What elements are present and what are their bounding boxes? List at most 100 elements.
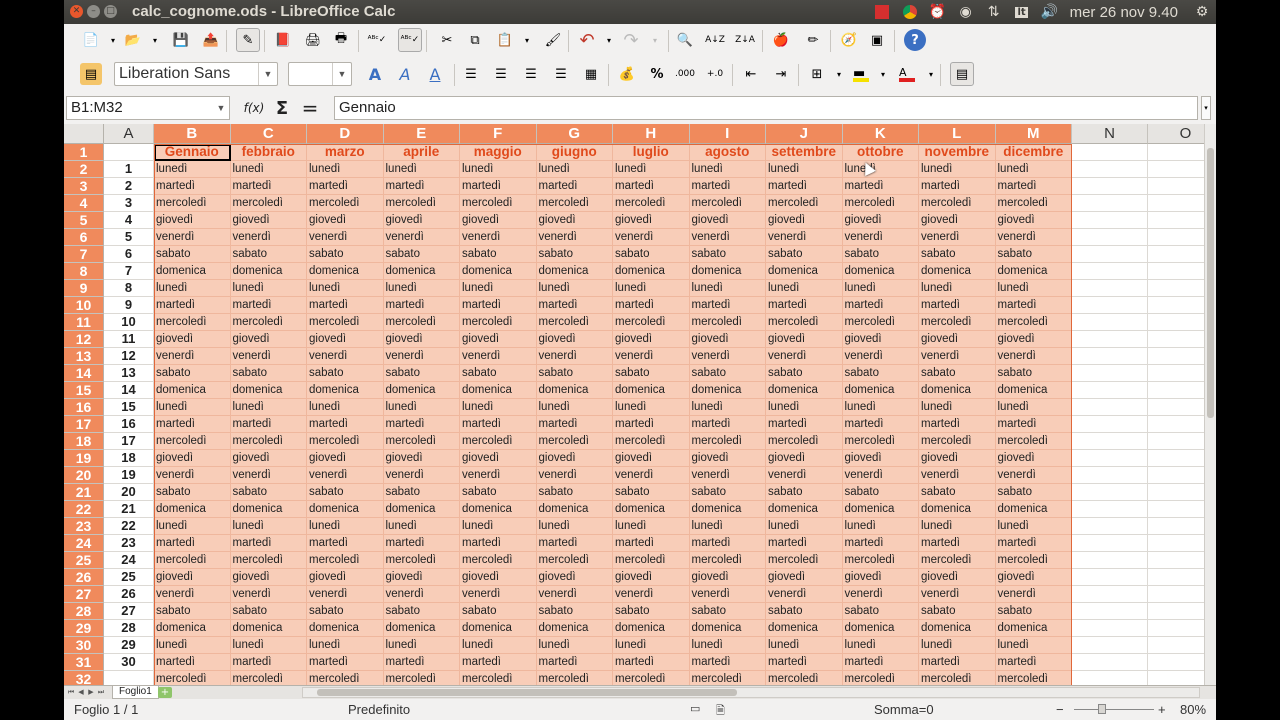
cell-n6[interactable] [1072, 229, 1148, 246]
cell-e31[interactable]: martedì [383, 654, 460, 671]
cell-k6[interactable]: venerdì [842, 229, 919, 246]
cell-b3[interactable]: martedì [154, 178, 231, 195]
cell-g16[interactable]: lunedì [536, 399, 613, 416]
chrome-icon[interactable] [902, 4, 918, 20]
first-sheet-icon[interactable]: ⏮ [66, 686, 76, 699]
cell-j5[interactable]: giovedì [766, 212, 843, 229]
cell-k14[interactable]: sabato [842, 365, 919, 382]
cell-k7[interactable]: sabato [842, 246, 919, 263]
cell-l9[interactable]: lunedì [919, 280, 996, 297]
cell-d28[interactable]: sabato [307, 603, 384, 620]
cell-g6[interactable]: venerdì [536, 229, 613, 246]
cell-g19[interactable]: giovedì [536, 450, 613, 467]
cell-n13[interactable] [1072, 348, 1148, 365]
cell-d16[interactable]: lunedì [307, 399, 384, 416]
row-header-16[interactable]: 16 [64, 399, 104, 416]
cell-n26[interactable] [1072, 569, 1148, 586]
row-header-30[interactable]: 30 [64, 637, 104, 654]
font-name-combo[interactable]: Liberation Sans ▼ [114, 62, 278, 86]
cell-h9[interactable]: lunedì [613, 280, 690, 297]
save-icon[interactable]: 💾 [170, 29, 192, 51]
cell-f27[interactable]: venerdì [460, 586, 537, 603]
column-header-k[interactable]: K [842, 124, 919, 144]
cell-h20[interactable]: venerdì [613, 467, 690, 484]
sum-button[interactable]: Σ [272, 97, 292, 119]
column-header-g[interactable]: G [536, 124, 613, 144]
cell-c24[interactable]: martedì [230, 535, 307, 552]
cell-c26[interactable]: giovedì [230, 569, 307, 586]
cell-f5[interactable]: giovedì [460, 212, 537, 229]
cell-m23[interactable]: lunedì [995, 518, 1072, 535]
cell-f31[interactable]: martedì [460, 654, 537, 671]
cell-a5[interactable]: 4 [104, 212, 154, 229]
network-arrows-icon[interactable]: ⇅ [986, 4, 1002, 20]
cell-k31[interactable]: martedì [842, 654, 919, 671]
row-header-13[interactable]: 13 [64, 348, 104, 365]
cell-g5[interactable]: giovedì [536, 212, 613, 229]
cell-e17[interactable]: martedì [383, 416, 460, 433]
cell-m22[interactable]: domenica [995, 501, 1072, 518]
cell-j9[interactable]: lunedì [766, 280, 843, 297]
cell-f24[interactable]: martedì [460, 535, 537, 552]
cell-m7[interactable]: sabato [995, 246, 1072, 263]
cell-d1[interactable]: marzo [307, 144, 384, 161]
cell-h23[interactable]: lunedì [613, 518, 690, 535]
close-window-button[interactable]: ✕ [70, 5, 83, 18]
cell-g3[interactable]: martedì [536, 178, 613, 195]
cell-b20[interactable]: venerdì [154, 467, 231, 484]
column-header-e[interactable]: E [383, 124, 460, 144]
next-sheet-icon[interactable]: ▶ [86, 686, 96, 699]
cell-m15[interactable]: domenica [995, 382, 1072, 399]
cell-i22[interactable]: domenica [689, 501, 766, 518]
cell-j8[interactable]: domenica [766, 263, 843, 280]
cell-g23[interactable]: lunedì [536, 518, 613, 535]
cut-icon[interactable]: ✂ [436, 29, 458, 51]
cell-f13[interactable]: venerdì [460, 348, 537, 365]
column-header-o[interactable]: O [1148, 124, 1204, 144]
cell-j16[interactable]: lunedì [766, 399, 843, 416]
cell-e16[interactable]: lunedì [383, 399, 460, 416]
cell-k19[interactable]: giovedì [842, 450, 919, 467]
cell-n17[interactable] [1072, 416, 1148, 433]
font-size-combo[interactable]: ▼ [288, 62, 352, 86]
cell-l30[interactable]: lunedì [919, 637, 996, 654]
power-gear-icon[interactable]: ⚙ [1194, 4, 1210, 20]
cell-n9[interactable] [1072, 280, 1148, 297]
cell-f15[interactable]: domenica [460, 382, 537, 399]
cell-g18[interactable]: mercoledì [536, 433, 613, 450]
cell-d8[interactable]: domenica [307, 263, 384, 280]
row-header-1[interactable]: 1 [64, 144, 104, 161]
cell-j30[interactable]: lunedì [766, 637, 843, 654]
document-modified-icon[interactable]: 🗎 [716, 702, 725, 720]
cell-i6[interactable]: venerdì [689, 229, 766, 246]
cell-h4[interactable]: mercoledì [613, 195, 690, 212]
cell-n19[interactable] [1072, 450, 1148, 467]
currency-format-icon[interactable]: 💰 [616, 63, 638, 85]
cell-h13[interactable]: venerdì [613, 348, 690, 365]
status-sum[interactable]: Somma=0 [874, 702, 934, 717]
cell-g1[interactable]: giugno [536, 144, 613, 161]
cell-i14[interactable]: sabato [689, 365, 766, 382]
cell-b8[interactable]: domenica [154, 263, 231, 280]
cell-j10[interactable]: martedì [766, 297, 843, 314]
cell-f3[interactable]: martedì [460, 178, 537, 195]
cell-l18[interactable]: mercoledì [919, 433, 996, 450]
cell-f14[interactable]: sabato [460, 365, 537, 382]
cell-j6[interactable]: venerdì [766, 229, 843, 246]
column-header-b[interactable]: B [154, 124, 231, 144]
cell-e32[interactable]: mercoledì [383, 671, 460, 685]
cell-j25[interactable]: mercoledì [766, 552, 843, 569]
font-color-icon[interactable]: A [896, 63, 918, 85]
cell-c29[interactable]: domenica [230, 620, 307, 637]
cell-h32[interactable]: mercoledì [613, 671, 690, 685]
cell-i3[interactable]: martedì [689, 178, 766, 195]
column-header-j[interactable]: J [766, 124, 843, 144]
cell-i19[interactable]: giovedì [689, 450, 766, 467]
cell-f6[interactable]: venerdì [460, 229, 537, 246]
cell-l20[interactable]: venerdì [919, 467, 996, 484]
cell-i25[interactable]: mercoledì [689, 552, 766, 569]
cell-f20[interactable]: venerdì [460, 467, 537, 484]
row-header-3[interactable]: 3 [64, 178, 104, 195]
cell-e3[interactable]: martedì [383, 178, 460, 195]
cell-n4[interactable] [1072, 195, 1148, 212]
